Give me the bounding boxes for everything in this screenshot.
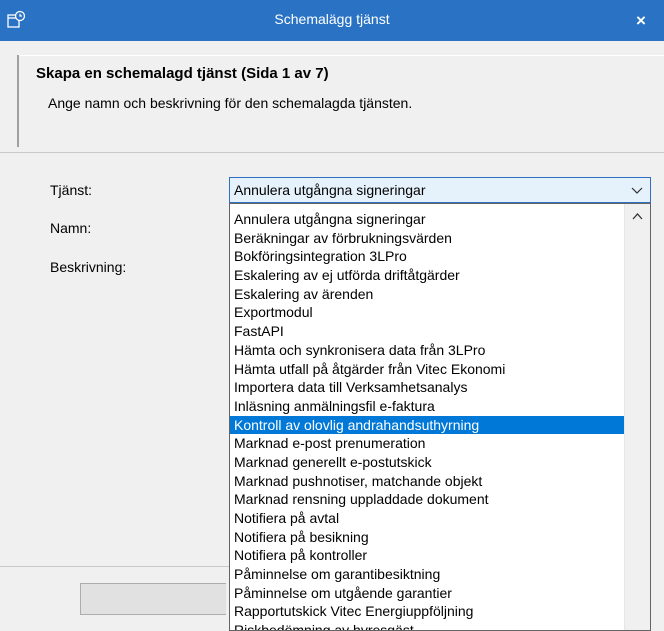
dropdown-items: Annulera utgångna signeringar Beräkningar… [230, 210, 625, 630]
dropdown-option[interactable]: Notifiera på besikning [230, 528, 625, 547]
dropdown-option[interactable]: Eskalering av ej utförda driftåtgärder [230, 266, 625, 285]
service-dropdown-list[interactable]: Annulera utgångna signeringar Beräkningar… [229, 203, 651, 631]
dropdown-option[interactable]: Marknad rensning uppladdade dokument [230, 490, 625, 509]
dropdown-option[interactable]: Eskalering av ärenden [230, 285, 625, 304]
service-select[interactable]: Annulera utgångna signeringar [229, 177, 651, 203]
wizard-header: Skapa en schemalagd tjänst (Sida 1 av 7)… [0, 41, 664, 153]
service-select-value: Annulera utgångna signeringar [234, 182, 426, 198]
tjanst-label: Tjänst: [50, 182, 93, 198]
title-bar: Schemalägg tjänst × [0, 0, 664, 41]
dropdown-option[interactable]: Inläsning anmälningsfil e-faktura [230, 397, 625, 416]
dropdown-option[interactable]: Hämta utfall på åtgärder från Vitec Ekon… [230, 360, 625, 379]
dropdown-option[interactable]: Exportmodul [230, 303, 625, 322]
dropdown-option[interactable]: Marknad e-post prenumeration [230, 434, 625, 453]
chevron-down-icon [631, 187, 643, 194]
dropdown-option[interactable]: Bokföringsintegration 3LPro [230, 247, 625, 266]
wizard-content: Tjänst: Namn: Beskrivning: Annulera utgå… [0, 153, 664, 631]
close-button[interactable]: × [618, 0, 664, 41]
dropdown-option[interactable]: Beräkningar av förbrukningsvärden [230, 229, 625, 248]
dropdown-scrollbar[interactable] [624, 204, 650, 630]
footer-divider [0, 566, 229, 567]
back-button[interactable] [80, 583, 226, 615]
dropdown-option[interactable]: FastAPI [230, 322, 625, 341]
dropdown-option[interactable]: Påminnelse om garantibesiktning [230, 565, 625, 584]
chevron-up-icon[interactable] [631, 210, 644, 223]
dropdown-option[interactable]: Importera data till Verksamhetsanalys [230, 378, 625, 397]
dropdown-option[interactable]: Marknad generellt e-postutskick [230, 453, 625, 472]
page-title: Skapa en schemalagd tjänst (Sida 1 av 7) [36, 65, 329, 82]
window-title: Schemalägg tjänst [274, 11, 390, 27]
page-subtitle: Ange namn och beskrivning för den schema… [48, 95, 413, 111]
dropdown-option[interactable]: Rapportutskick Vitec Energiuppföljning [230, 602, 625, 621]
close-icon: × [636, 10, 646, 30]
dropdown-option[interactable]: Marknad pushnotiser, matchande objekt [230, 472, 625, 491]
dropdown-option[interactable]: Riskbedömning av hyresgäst [230, 621, 625, 630]
header-divider-top [17, 55, 664, 56]
dropdown-option[interactable]: Hämta och synkronisera data från 3LPro [230, 341, 625, 360]
header-divider-left [17, 55, 19, 147]
dropdown-option[interactable]: Notifiera på kontroller [230, 546, 625, 565]
dropdown-option[interactable]: Påminnelse om utgående garantier [230, 584, 625, 603]
dropdown-option[interactable]: Kontroll av olovlig andrahandsuthyrning [230, 415, 625, 435]
dropdown-option[interactable]: Notifiera på avtal [230, 509, 625, 528]
beskrivning-label: Beskrivning: [50, 259, 127, 275]
dropdown-option[interactable]: Annulera utgångna signeringar [230, 210, 625, 229]
namn-label: Namn: [50, 220, 92, 236]
